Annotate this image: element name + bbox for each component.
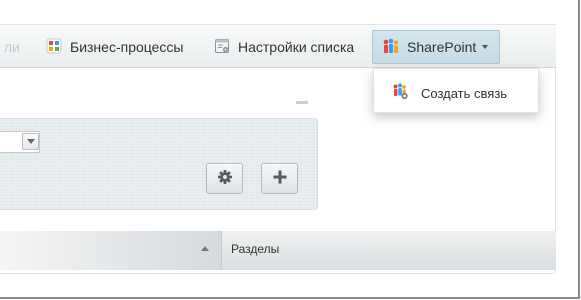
sharepoint-label: SharePoint	[407, 39, 477, 55]
business-processes-label: Бизнес-процессы	[70, 39, 184, 55]
toolbar-item-partial[interactable]: ли	[0, 33, 20, 61]
sharepoint-icon	[382, 38, 399, 57]
list-settings-label: Настройки списка	[238, 39, 355, 55]
sharepoint-link-icon	[392, 83, 409, 103]
menu-item-create-link[interactable]: Создать связь	[392, 83, 507, 103]
filter-settings-button[interactable]	[206, 163, 243, 194]
chevron-down-icon	[482, 45, 489, 49]
gear-icon	[217, 169, 233, 188]
sharepoint-menu-button[interactable]: SharePoint	[372, 30, 500, 64]
list-settings-button[interactable]: Настройки списка	[214, 33, 354, 61]
grid-header-column[interactable]	[0, 231, 222, 270]
add-filter-button[interactable]	[261, 163, 298, 194]
menu-item-create-link-label: Создать связь	[421, 85, 508, 101]
plus-icon	[273, 170, 287, 187]
grid-header-sections[interactable]: Разделы	[231, 242, 279, 256]
minimize-filter-button[interactable]	[296, 101, 308, 104]
sort-up-icon[interactable]	[201, 246, 209, 251]
business-processes-button[interactable]: Бизнес-процессы	[46, 33, 183, 61]
business-process-icon	[46, 38, 62, 57]
chevron-down-icon	[26, 139, 35, 144]
toolbar-item-partial-label: ли	[4, 39, 20, 55]
list-settings-icon	[214, 38, 230, 57]
sharepoint-dropdown-menu: Создать связь	[373, 68, 539, 113]
filter-select-toggle[interactable]	[22, 133, 39, 150]
